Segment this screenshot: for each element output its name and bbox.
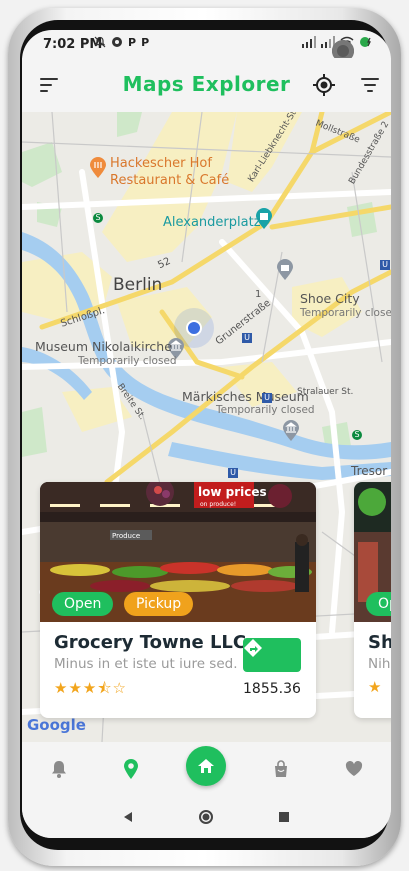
shopping-pin-icon[interactable] [276,259,294,281]
crosshair-icon[interactable] [310,71,338,99]
p-icon: P [141,36,150,49]
service-badge: Pickup [124,592,194,616]
location-pin-icon[interactable] [118,756,144,782]
bell-slash-icon [94,36,106,51]
distance-value: 1855.36 [243,681,301,697]
museum-pin-icon[interactable] [282,420,300,442]
status-badge: Open [52,592,114,616]
poi-label: Tresor [351,464,388,478]
app-bar: Maps Explorer [22,58,391,112]
place-description: Minus in et iste ut iure sed. [54,656,238,672]
home-icon [198,759,214,773]
signal-icon [302,36,316,52]
p-icon: P [128,36,137,49]
place-card[interactable]: Op Sh Nih ★ [354,482,391,718]
place-title: Sh [368,632,391,653]
notification-icons: P P [94,36,149,51]
u-bahn-icon[interactable]: U [242,333,252,343]
poi-label: Restaurant & Café [110,173,230,188]
poi-label: Museum Nikolaikirche [35,339,172,354]
s-bahn-icon[interactable]: S [93,213,103,223]
directions-icon [244,639,262,657]
road-number: 1 [255,289,262,300]
poi-label: Märkisches Museum [182,389,309,404]
home-button[interactable] [186,746,226,786]
status-badge: Op [366,592,391,616]
rating-stars: ★★★⯪☆ [54,679,127,697]
place-title: Grocery Towne LLC [54,632,247,653]
battery-icon [359,36,373,52]
u-bahn-icon[interactable]: U [228,468,238,478]
recents-icon[interactable] [274,807,294,827]
u-bahn-icon[interactable]: U [380,260,390,270]
s-bahn-icon[interactable]: S [352,430,362,440]
google-logo: Google [27,716,86,734]
poi-status: Temporarily closed [300,307,391,319]
street-label: Stralauer St. [297,387,354,397]
poi-label: Shoe City [300,291,360,306]
restaurant-pin-icon[interactable] [89,157,107,179]
home-circle-icon[interactable] [196,807,216,827]
shopping-bag-icon[interactable] [268,756,294,782]
rating-stars: ★ [368,678,383,696]
place-card[interactable]: low prices on produce! Produce Open Pick… [40,482,316,718]
map-view[interactable]: Hackescher Hof Restaurant & Café Alexand… [22,112,391,742]
directions-button[interactable] [243,638,301,672]
bottom-navigation [22,742,391,797]
heart-icon[interactable] [341,756,367,782]
city-label: Berlin [113,275,163,295]
app-screen: 7:02 PM P P Maps Explorer Hackescher Hof… [22,30,391,838]
poi-label: Alexanderplatz [163,215,261,230]
poi-status: Temporarily closed [78,355,177,367]
back-icon[interactable] [118,807,138,827]
sign-subtext: on produce! [200,501,236,508]
filter-icon[interactable] [356,71,384,99]
poi-status: Temporarily closed [216,404,315,416]
system-navigation [22,797,391,838]
bell-icon[interactable] [46,756,72,782]
place-description: Nih [368,656,391,672]
circle-icon [111,36,123,51]
produce-sign: Produce [112,532,140,540]
sign-text: low prices [198,485,267,499]
u-bahn-icon[interactable]: U [262,393,272,403]
poi-label: Hackescher Hof [110,156,212,171]
